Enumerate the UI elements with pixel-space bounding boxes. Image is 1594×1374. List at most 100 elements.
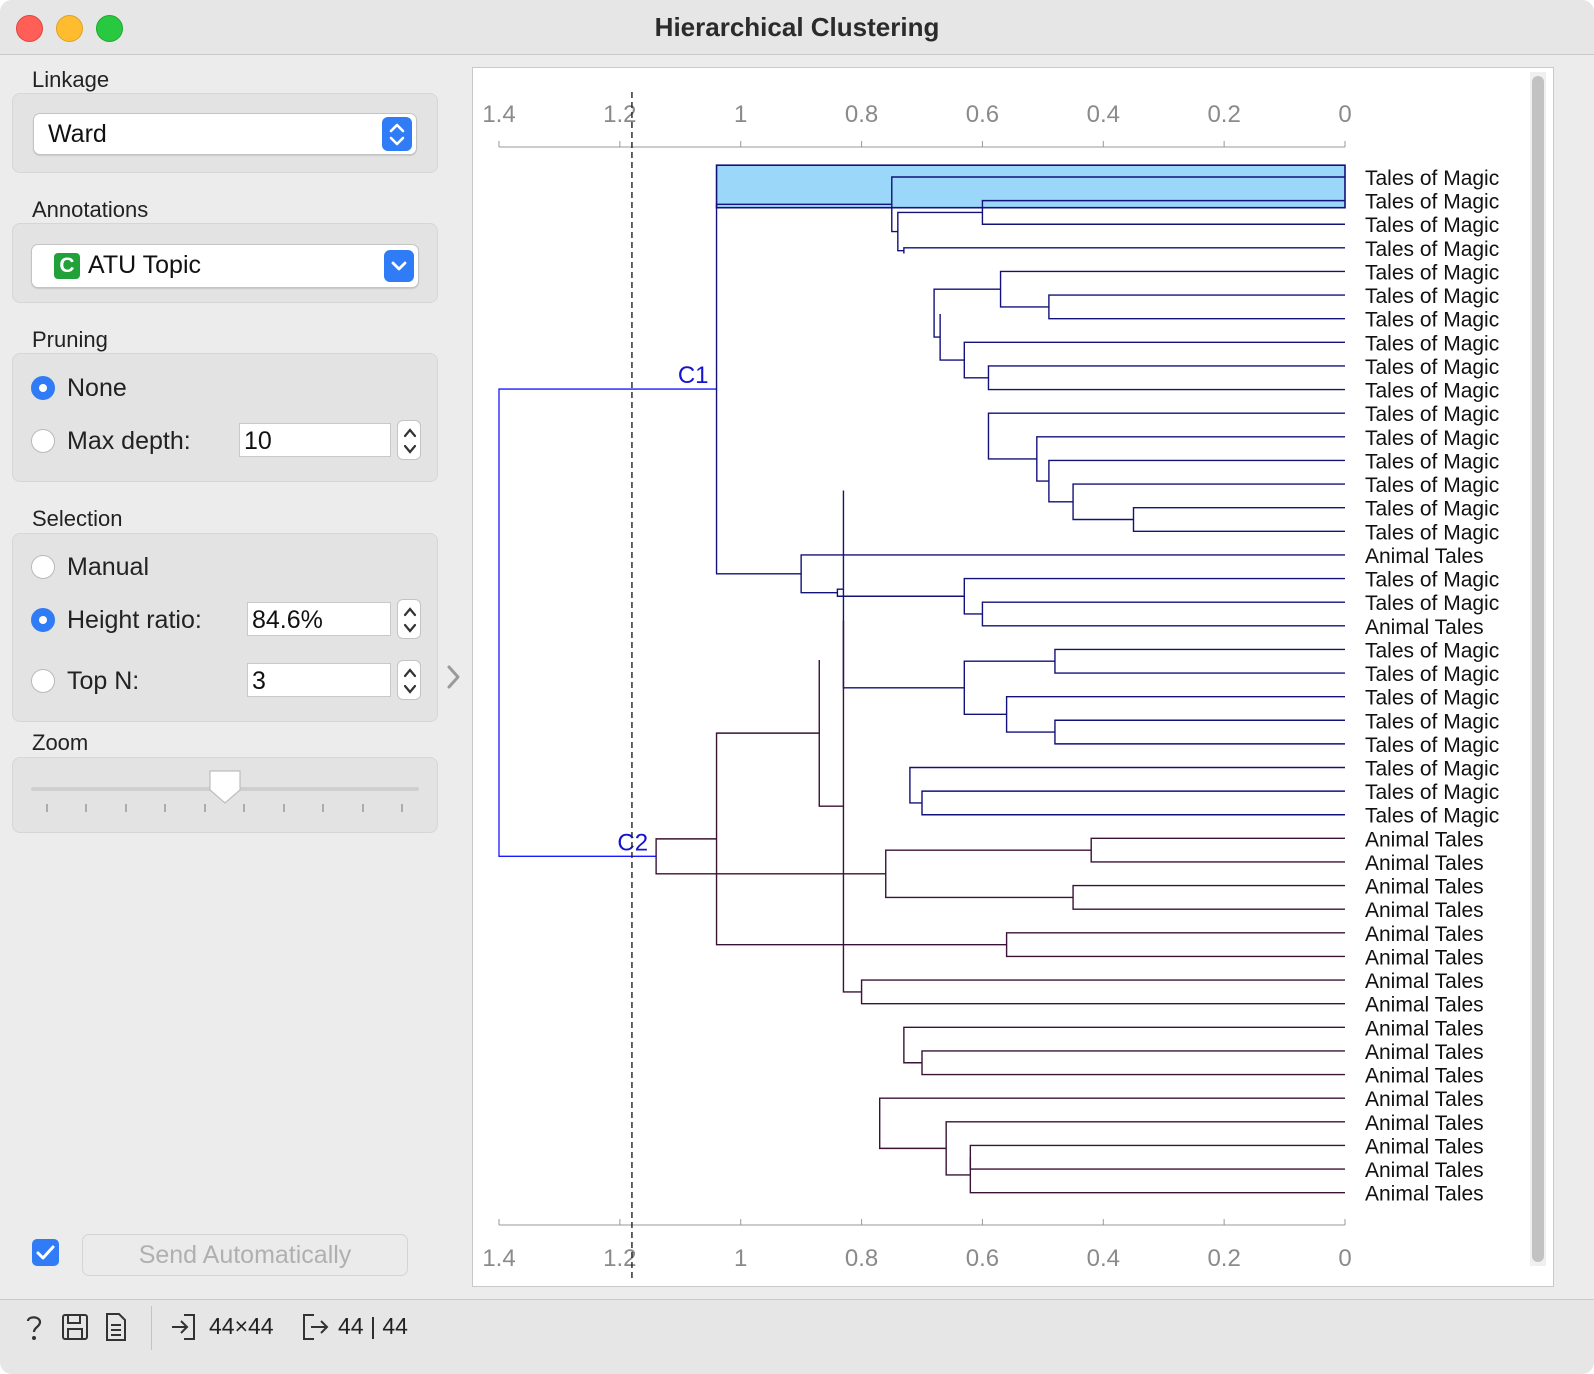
height-ratio-stepper[interactable] (397, 599, 421, 639)
leaf-label: Tales of Magic (1365, 309, 1499, 332)
cluster-c2-link (969, 1144, 1345, 1170)
leaf-label: Animal Tales (1365, 923, 1484, 946)
scrollbar-thumb[interactable] (1532, 76, 1544, 1262)
leaf-label: Animal Tales (1365, 852, 1484, 875)
linkage-label: Linkage (32, 67, 110, 92)
leaf-label: Tales of Magic (1365, 663, 1499, 686)
cluster-c2-link (1090, 837, 1345, 863)
cluster-c2-link (1072, 884, 1345, 910)
leaf-label: Animal Tales (1365, 828, 1484, 851)
top-n-stepper[interactable] (397, 660, 421, 700)
dendrogram-chart[interactable]: C1C21.4 1.2 1 0.8 0.6 0.4 0.2 01.4 1.2 1 0.8 0.6 0.4… (473, 68, 1553, 1286)
cluster-c1-link (1048, 459, 1345, 503)
leaf-label: Animal Tales (1365, 616, 1484, 639)
bottom-axis-tick-label: 0.8 (845, 1245, 878, 1272)
send-automatically-checkbox[interactable] (32, 1239, 59, 1266)
zoom-slider[interactable] (13, 758, 437, 832)
annotations-box: C ATU Topic (12, 223, 438, 303)
selection-manual-radio[interactable] (31, 555, 55, 579)
cluster-c1-link (715, 203, 892, 575)
title-bar: Hierarchical Clustering (0, 0, 1594, 55)
zoom-label: Zoom (32, 730, 89, 755)
cluster-c2-link (1005, 932, 1345, 958)
leaf-label: Animal Tales (1365, 1065, 1484, 1088)
cluster-c2-link (818, 660, 844, 807)
annotations-value: ATU Topic (88, 251, 202, 279)
linkage-select[interactable]: Ward (33, 113, 417, 155)
pruning-none-radio[interactable] (31, 376, 55, 400)
vertical-scrollbar[interactable] (1530, 72, 1546, 1266)
cluster-c2-link (885, 849, 1092, 899)
bottom-axis-tick-label: 1 (734, 1245, 747, 1272)
input-icon (170, 1312, 200, 1342)
cluster-c1-link (963, 660, 1055, 716)
leaf-label: Animal Tales (1365, 994, 1484, 1017)
save-icon[interactable] (61, 1312, 89, 1342)
bottom-axis-tick-label: 0 (1338, 1245, 1351, 1272)
cluster-c1-link (1036, 436, 1345, 482)
help-icon[interactable] (20, 1312, 48, 1342)
cluster-c2-link (945, 1121, 1345, 1176)
top-n-input[interactable]: 3 (247, 663, 391, 697)
cluster-c1-link (939, 313, 965, 361)
annotations-select[interactable]: C ATU Topic (31, 244, 419, 288)
cluster-c1-link (933, 288, 1001, 338)
cluster-label-c2: C2 (617, 829, 648, 856)
selection-height-ratio-radio[interactable] (31, 608, 55, 632)
height-ratio-input[interactable]: 84.6% (247, 602, 391, 636)
cluster-c1-link (1005, 695, 1345, 733)
leaf-label: Tales of Magic (1365, 734, 1499, 757)
leaf-label: Tales of Magic (1365, 805, 1499, 828)
cluster-c2-link (921, 1050, 1345, 1076)
top-axis-tick-label: 0 (1338, 101, 1351, 128)
cluster-c1-link (987, 365, 1345, 391)
cluster-c1-link (963, 341, 1345, 379)
annotations-label: Annotations (32, 197, 149, 222)
output-icon (300, 1312, 330, 1342)
cluster-c2-link (715, 732, 1007, 946)
pruning-box (12, 353, 438, 482)
selection-top-n-label: Top N: (67, 667, 140, 695)
leaf-label: Animal Tales (1365, 1017, 1484, 1040)
cluster-c1-link (836, 588, 965, 597)
selection-height-ratio-label: Height ratio: (67, 606, 202, 634)
pruning-max-depth-radio[interactable] (31, 429, 55, 453)
root-link (498, 388, 717, 857)
cluster-c1-fill (715, 164, 1346, 209)
cluster-c1-link (897, 211, 983, 252)
categorical-variable-icon: C (54, 253, 80, 279)
cluster-c1-link (987, 412, 1345, 460)
cluster-c2-link (969, 1157, 1345, 1194)
linkage-value: Ward (48, 120, 107, 148)
selection-manual-label: Manual (67, 553, 149, 581)
chevron-right-icon[interactable] (444, 662, 464, 692)
max-depth-stepper[interactable] (397, 420, 421, 460)
zoom-slider-handle (209, 770, 241, 804)
cluster-c1-link (1072, 483, 1345, 521)
send-automatically-button[interactable]: Send Automatically (82, 1234, 408, 1276)
chevron-down-icon (384, 250, 414, 282)
max-depth-input[interactable]: 10 (239, 423, 391, 457)
leaf-label: Tales of Magic (1365, 450, 1499, 473)
cluster-c2-link (842, 620, 862, 993)
selection-label: Selection (32, 506, 123, 531)
dendrogram-view[interactable]: C1 C2 1.4 1.2 1 0.8 0.6 0.4 0.2 0 1.4 1.2 1 0.8 0.6 0.4… (472, 67, 1554, 1287)
leaf-label: Animal Tales (1365, 545, 1484, 568)
cluster-c1-link (999, 270, 1345, 308)
leaf-label: Animal Tales (1365, 876, 1484, 899)
leaf-label: Tales of Magic (1365, 332, 1499, 355)
report-icon[interactable] (104, 1312, 128, 1342)
zoom-box (12, 757, 438, 833)
selection-top-n-radio[interactable] (31, 669, 55, 693)
leaf-label: Animal Tales (1365, 1112, 1484, 1135)
top-axis-tick-label: 0.2 (1207, 101, 1240, 128)
leaf-label: Tales of Magic (1365, 521, 1499, 544)
bottom-axis-tick-label: 0.2 (1207, 1245, 1240, 1272)
status-bar: 44×44 44 | 44 (0, 1299, 1594, 1374)
input-size-label: 44×44 (209, 1313, 274, 1339)
cluster-label-c1: C1 (678, 362, 709, 389)
cluster-c1-link (921, 790, 1345, 816)
cluster-c1-link (1048, 294, 1345, 320)
status-divider (151, 1306, 152, 1350)
leaf-label: Tales of Magic (1365, 498, 1499, 521)
